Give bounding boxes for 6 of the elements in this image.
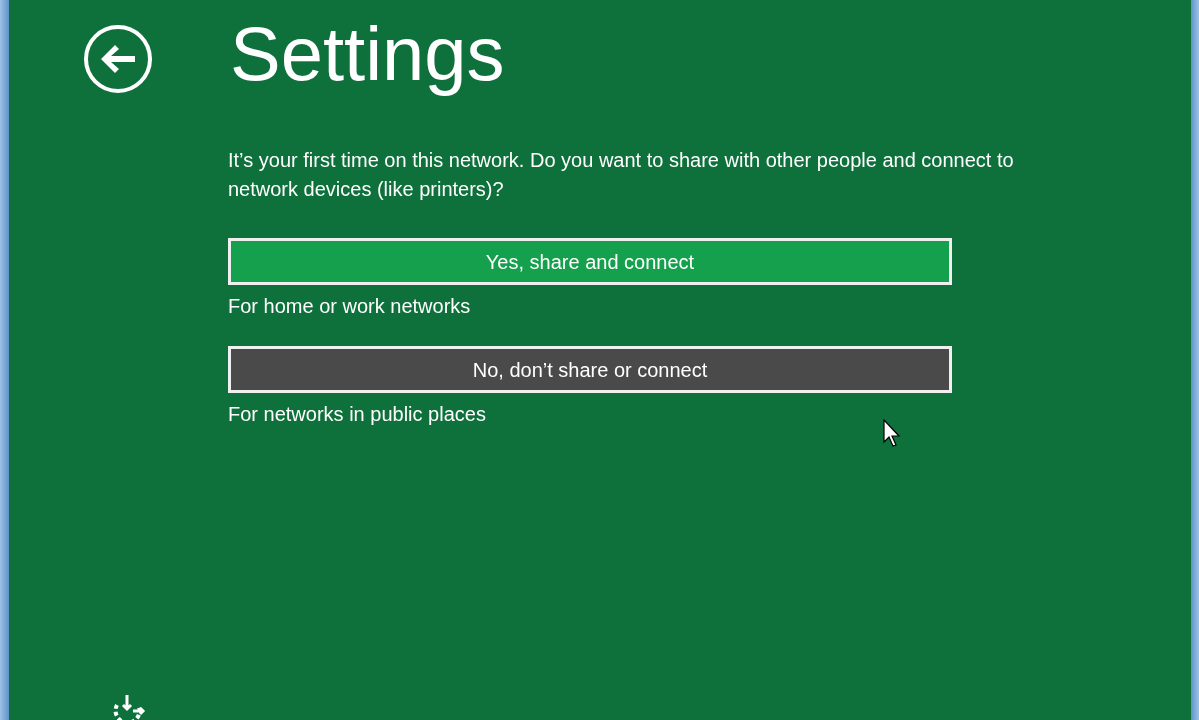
cursor-icon — [883, 419, 903, 448]
choice-description: For home or work networks — [228, 294, 471, 319]
choice-button[interactable]: No, don’t share or connect — [228, 346, 952, 393]
prompt-text: It’s your first time on this network. Do you want to share with other people and connect to network devices (like printers)? — [228, 148, 1015, 202]
choice-description: For networks in public places — [228, 402, 486, 427]
back-button[interactable] — [83, 24, 153, 94]
